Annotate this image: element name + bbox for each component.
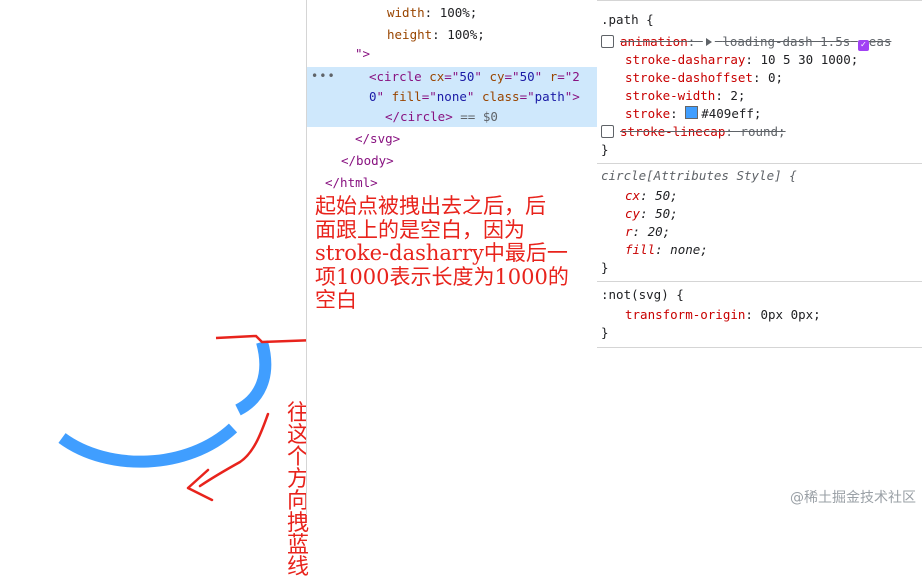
blue-arc-stroke	[235, 340, 272, 416]
decl-stroke[interactable]: stroke: #409eff;	[625, 105, 922, 123]
dom-node-text: </body>	[341, 153, 394, 168]
dom-node-text: </circle> == $0	[385, 109, 498, 124]
preview-canvas	[58, 334, 306, 502]
dom-node-line[interactable]: 0" fill="none" class="path">	[307, 87, 597, 107]
rule-not-svg: :not(svg) { transform-origin: 0px 0px; }	[597, 282, 922, 348]
decl-stroke-width[interactable]: stroke-width: 2;	[625, 87, 922, 105]
decl-stroke-dasharray[interactable]: stroke-dasharray: 10 5 30 1000;	[625, 51, 922, 69]
decl-fill: fill: none;	[625, 242, 708, 257]
annotation-line: 空白	[315, 288, 357, 312]
dom-node-text: width: 100%;	[387, 5, 478, 20]
rule-close: }	[601, 260, 609, 275]
decl-cy: cy: 50;	[625, 206, 678, 221]
annotation-line: 面跟上的是空白，因为	[315, 217, 525, 242]
dom-node-line[interactable]: </circle> == $0	[307, 107, 597, 127]
checkbox-linecap[interactable]	[601, 125, 614, 138]
decl-r: r: 20;	[625, 224, 671, 239]
rule-close: }	[601, 142, 609, 157]
selector-attributes-style: circle[Attributes Style] {	[601, 168, 797, 183]
rule-path: .path { animation: loading-dash 1.5s ✓ ea…	[597, 0, 922, 164]
decl-transform-origin[interactable]: transform-origin: 0px 0px;	[625, 306, 922, 324]
checkbox-animation[interactable]	[601, 35, 614, 48]
dom-node-line[interactable]: ••• <circle cx="50" cy="50" r="2	[307, 67, 597, 87]
dom-node-text: <circle cx="50" cy="50" r="2	[369, 69, 580, 84]
rule-close: }	[601, 325, 609, 340]
preview-pane: 往这个方向拽蓝线	[0, 0, 309, 579]
selector-path[interactable]: .path {	[601, 11, 922, 29]
annotation-line: stroke-dasharry中最后一	[315, 241, 568, 265]
dom-node-line[interactable]: height: 100%;	[307, 25, 597, 45]
dom-node-text: </svg>	[355, 131, 401, 146]
decl-stroke-dashoffset[interactable]: stroke-dashoffset: 0;	[625, 69, 922, 87]
decl-stroke-linecap[interactable]: stroke-linecap: round;	[601, 123, 922, 141]
dom-node-text: </html>	[325, 175, 378, 190]
watermark: @稀土掘金技术社区	[790, 490, 916, 506]
red-start-marker	[215, 334, 306, 344]
dom-node-text: height: 100%;	[387, 27, 485, 42]
annotation-line: 项1000表示长度为1000的	[315, 264, 569, 289]
color-swatch[interactable]	[685, 106, 699, 119]
styles-panel: .path { animation: loading-dash 1.5s ✓ ea…	[597, 0, 922, 515]
expand-triangle-icon[interactable]	[705, 38, 712, 46]
easing-editor-icon[interactable]: ✓	[857, 40, 869, 51]
dom-node-line[interactable]: ">	[307, 44, 597, 64]
more-options-icon[interactable]: •••	[311, 66, 336, 86]
dom-node-line[interactable]: width: 100%;	[307, 3, 597, 23]
annotation-explanation: 起始点被拽出去之后，后 面跟上的是空白，因为 stroke-dasharry中最后一…	[315, 194, 569, 313]
decl-animation[interactable]: animation: loading-dash 1.5s ✓ eas	[601, 33, 922, 51]
annotation-line: 起始点被拽出去之后，后	[315, 194, 546, 218]
dom-node-text: ">	[355, 46, 371, 61]
blue-arc-tail	[58, 423, 238, 468]
decl-cx: cx: 50;	[625, 188, 678, 203]
dom-node-line[interactable]: </svg>	[307, 129, 597, 149]
selector-not-svg[interactable]: :not(svg) {	[601, 286, 922, 304]
dom-node-line[interactable]: </html>	[307, 173, 597, 193]
dom-node-line[interactable]: </body>	[307, 151, 597, 171]
rule-attributes-style: circle[Attributes Style] { cx: 50; cy: 5…	[597, 163, 922, 282]
dom-node-text: 0" fill="none" class="path">	[369, 89, 580, 104]
